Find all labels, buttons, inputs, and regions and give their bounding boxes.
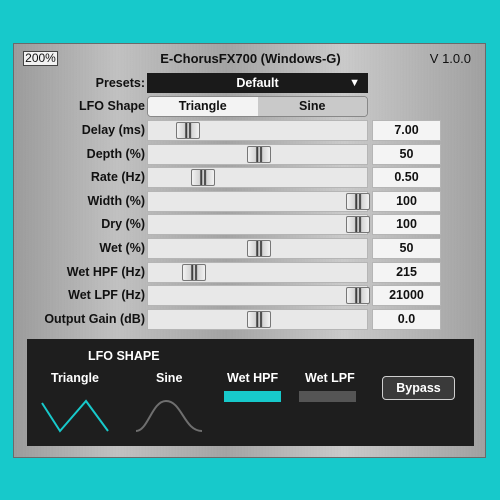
slider-thumb[interactable] (247, 146, 271, 163)
param-slider[interactable] (147, 214, 370, 235)
param-value-field[interactable]: 7.00 (372, 120, 441, 141)
slider-thumb[interactable] (346, 193, 370, 210)
slider-thumb[interactable] (346, 287, 370, 304)
triangle-label: Triangle (51, 371, 99, 385)
slider-thumb[interactable] (182, 264, 206, 281)
chevron-down-icon: ▼ (349, 77, 360, 89)
param-value-field[interactable]: 0.50 (372, 167, 441, 188)
param-slider[interactable] (147, 262, 368, 283)
lfo-option-sine[interactable]: Sine (257, 97, 367, 116)
slider-thumb[interactable] (176, 122, 200, 139)
lfo-option-triangle[interactable]: Triangle (148, 97, 258, 116)
slider-thumb[interactable] (247, 311, 271, 328)
param-slider[interactable] (147, 309, 368, 330)
lfo-shape-toggle: Triangle Sine (147, 96, 368, 117)
param-slider[interactable] (147, 238, 368, 259)
presets-dropdown[interactable]: Default ▼ (147, 73, 368, 93)
plugin-title: E-ChorusFX700 (Windows-G) (160, 51, 341, 66)
lfo-shape-panel: LFO SHAPE Triangle Sine Wet HPF Wet LPF … (27, 339, 474, 446)
param-label: Wet LPF (Hz) (68, 288, 145, 302)
slider-thumb[interactable] (247, 240, 271, 257)
lfo-shape-heading: LFO SHAPE (88, 349, 160, 363)
param-label: Depth (%) (86, 147, 145, 161)
wet-hpf-label: Wet HPF (227, 371, 279, 385)
param-slider[interactable] (147, 120, 368, 141)
plugin-window: 200% E-ChorusFX700 (Windows-G) V 1.0.0 P… (13, 43, 486, 458)
param-slider[interactable] (147, 285, 370, 306)
slider-thumb[interactable] (346, 216, 370, 233)
param-label: Rate (Hz) (90, 170, 145, 184)
wet-lpf-label: Wet LPF (305, 371, 355, 385)
param-value-field[interactable]: 0.0 (372, 309, 441, 330)
presets-value: Default (236, 76, 279, 90)
param-label: Width (%) (87, 194, 145, 208)
param-label: Dry (%) (101, 217, 145, 231)
wet-lpf-indicator[interactable] (299, 391, 356, 402)
param-label: Delay (ms) (81, 123, 145, 137)
param-label: Output Gain (dB) (44, 312, 145, 326)
param-value-field[interactable]: 100 (372, 214, 441, 235)
param-label: Wet HPF (Hz) (66, 265, 145, 279)
param-slider[interactable] (147, 167, 368, 188)
bypass-button[interactable]: Bypass (382, 376, 455, 400)
param-label: Wet (%) (99, 241, 145, 255)
param-value-field[interactable]: 50 (372, 238, 441, 259)
slider-thumb[interactable] (191, 169, 215, 186)
param-slider[interactable] (147, 191, 370, 212)
param-value-field[interactable]: 50 (372, 144, 441, 165)
sine-wave-icon[interactable] (134, 397, 204, 437)
triangle-wave-icon[interactable] (40, 397, 110, 437)
version-label: V 1.0.0 (429, 51, 471, 66)
param-value-field[interactable]: 100 (372, 191, 441, 212)
lfo-shape-label: LFO Shape (79, 99, 145, 113)
param-value-field[interactable]: 215 (372, 262, 441, 283)
sine-label: Sine (156, 371, 183, 385)
param-value-field[interactable]: 21000 (372, 285, 441, 306)
presets-label: Presets: (95, 76, 145, 90)
wet-hpf-indicator[interactable] (224, 391, 281, 402)
param-slider[interactable] (147, 144, 368, 165)
